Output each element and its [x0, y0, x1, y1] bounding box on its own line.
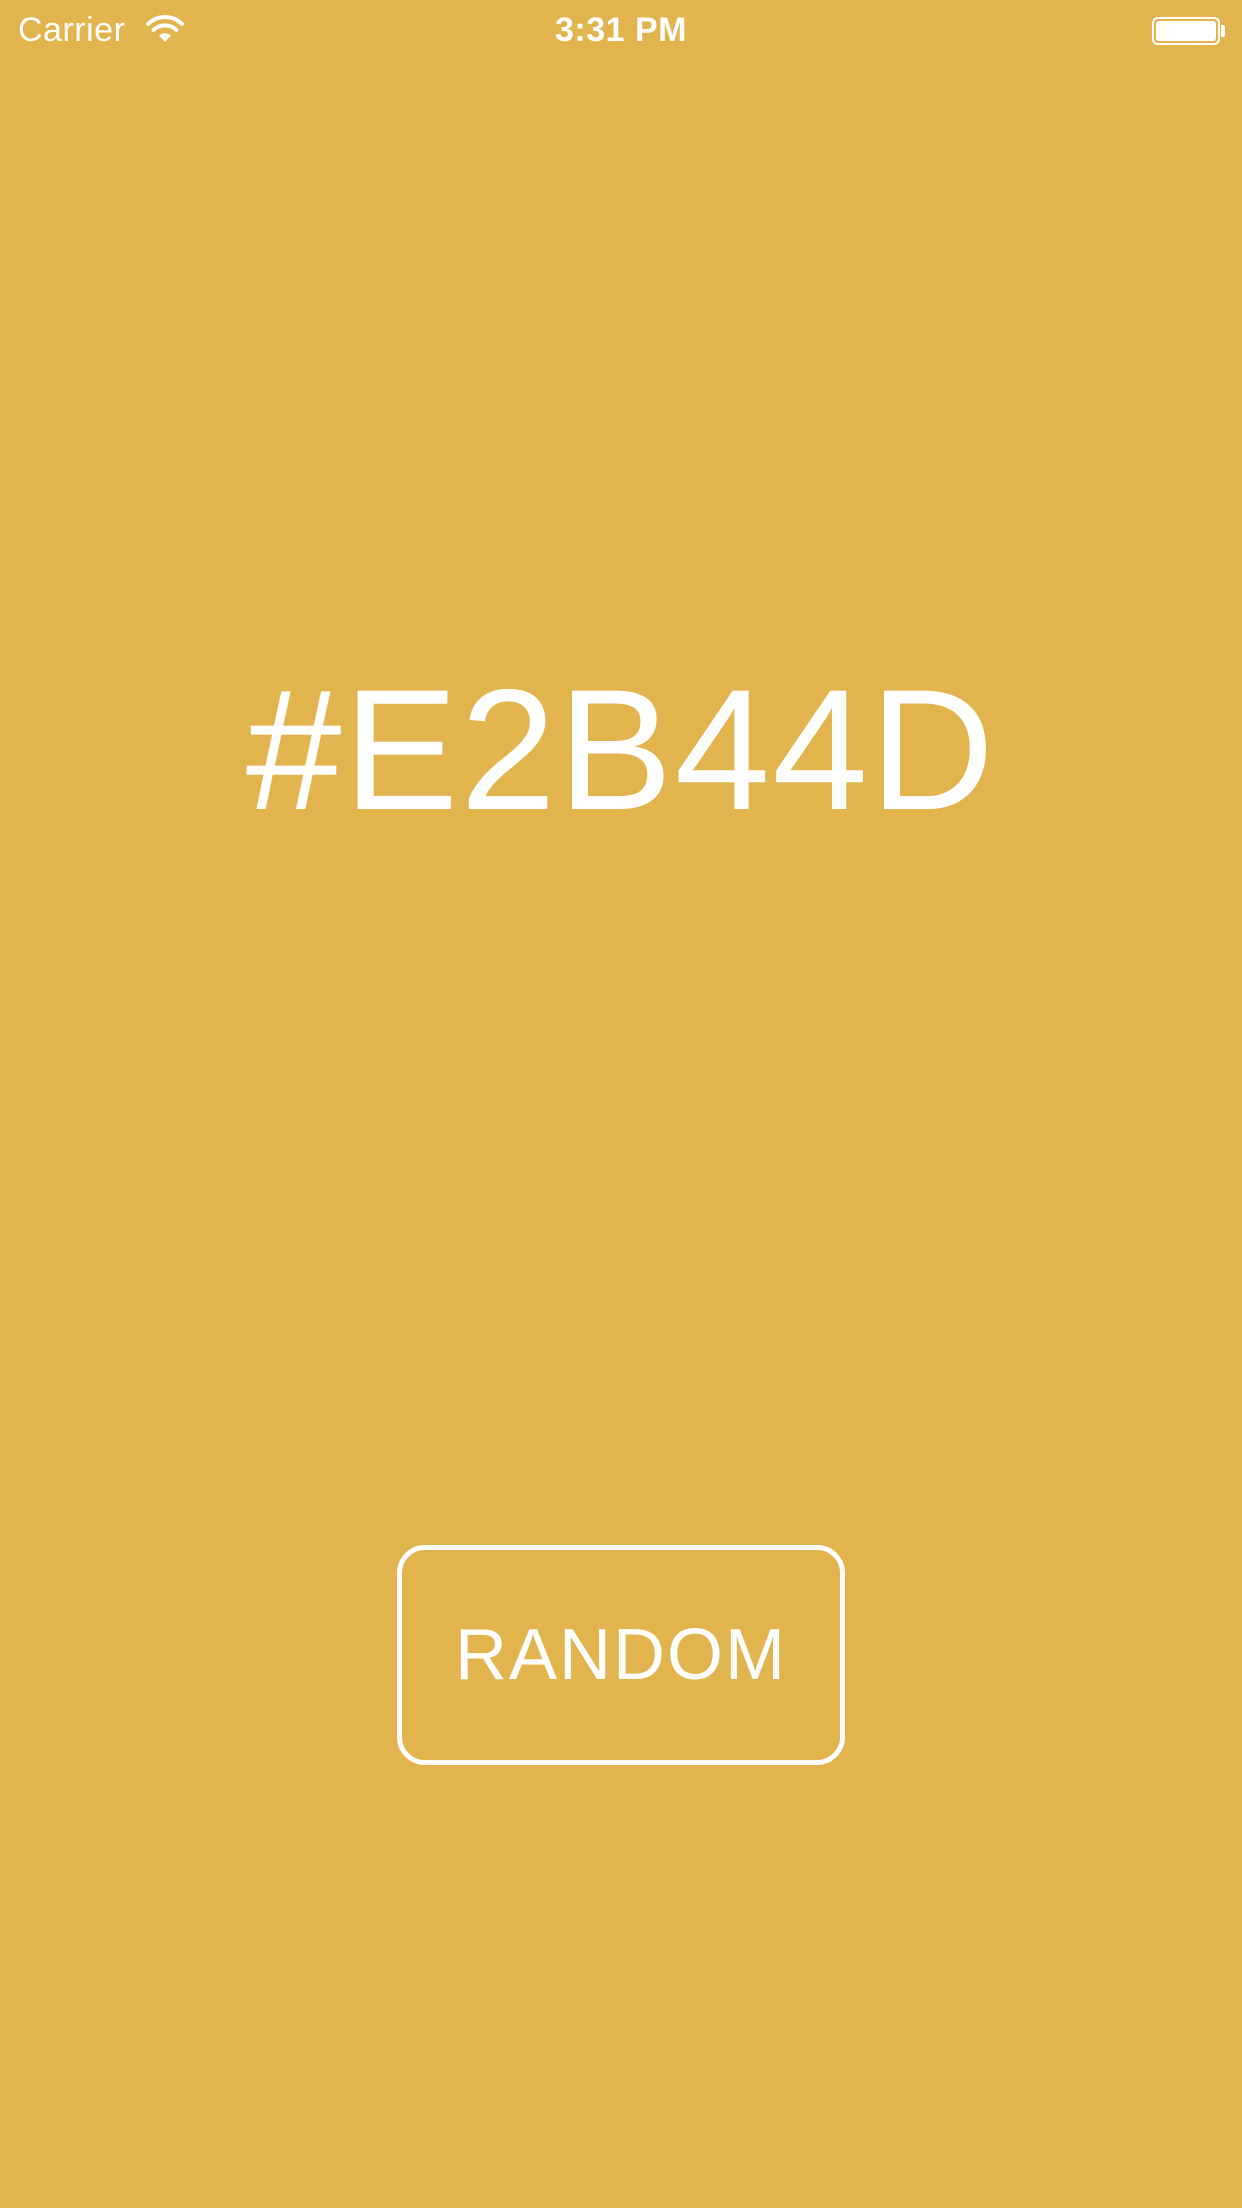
random-button[interactable]: RANDOM: [397, 1545, 845, 1765]
app-screen: Carrier 3:31 PM #E2B44D RANDOM: [0, 0, 1242, 2208]
battery-tip: [1221, 25, 1225, 37]
hex-color-value: #E2B44D: [245, 654, 997, 846]
battery-level-fill: [1156, 21, 1216, 41]
status-bar: Carrier 3:31 PM: [0, 0, 1242, 60]
status-time: 3:31 PM: [555, 11, 687, 49]
battery-icon: [1152, 17, 1220, 45]
